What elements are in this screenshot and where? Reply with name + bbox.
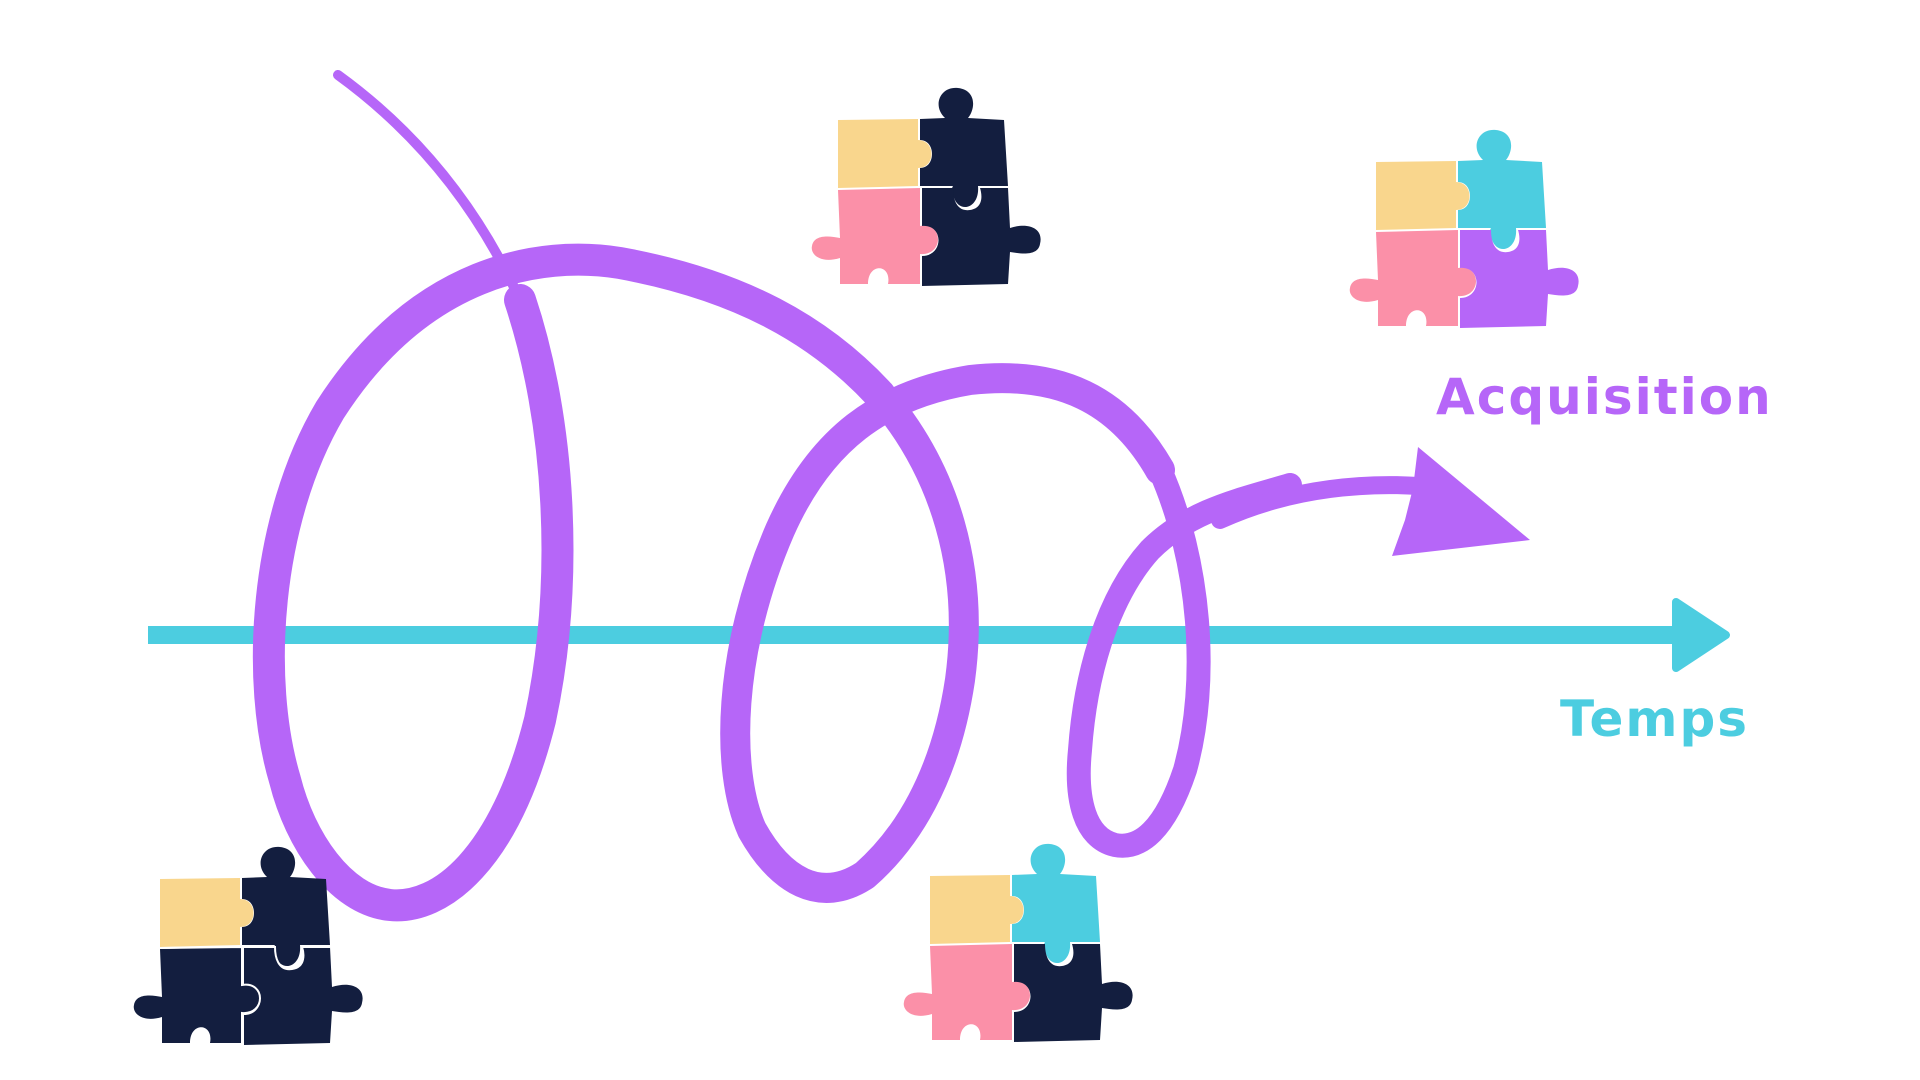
spiral-loop-1 <box>252 243 896 922</box>
temps-label: Temps <box>1560 690 1750 748</box>
puzzle-piece-yellow <box>838 119 932 188</box>
puzzle-piece-navy-2 <box>922 188 1041 286</box>
puzzle-piece-yellow <box>1376 161 1470 230</box>
puzzle-piece-purple <box>1460 230 1579 328</box>
puzzle-top-center <box>811 87 1041 286</box>
puzzle-piece-yellow <box>930 875 1024 944</box>
puzzle-piece-navy <box>1014 944 1133 1042</box>
puzzle-bottom-center <box>903 843 1133 1042</box>
diagram-svg <box>133 70 1730 1045</box>
time-axis <box>148 598 1730 672</box>
spiral-loop-3 <box>1066 458 1302 858</box>
time-axis-arrowhead <box>1672 598 1730 672</box>
diagram-canvas: Acquisition Temps <box>0 0 1920 1080</box>
puzzle-piece-yellow <box>160 878 254 947</box>
puzzle-piece-pink <box>1349 230 1476 326</box>
spiral-arrowhead <box>1392 447 1530 556</box>
puzzle-piece-pink <box>903 944 1030 1040</box>
puzzle-top-right <box>1349 129 1579 328</box>
puzzle-piece-pink <box>811 188 938 284</box>
acquisition-label: Acquisition <box>1436 368 1773 426</box>
